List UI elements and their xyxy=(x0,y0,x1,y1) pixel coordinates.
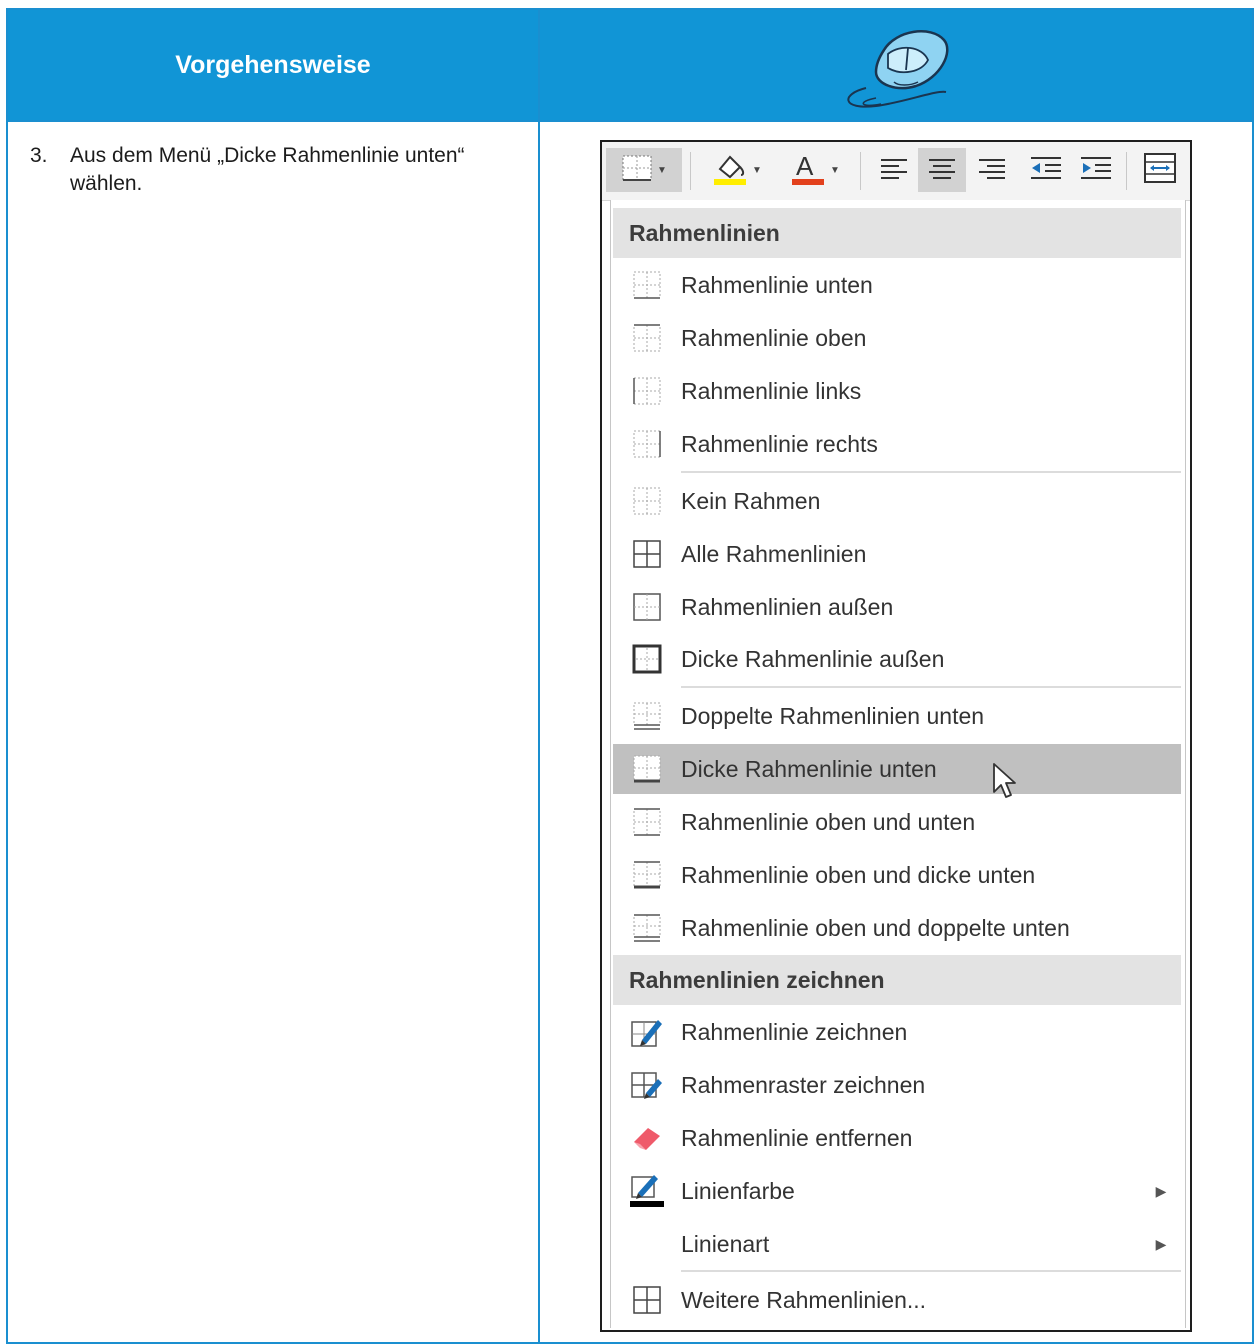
menu-separator xyxy=(681,471,1181,473)
menu-item-border-right[interactable]: Rahmenlinie rechts xyxy=(613,419,1181,469)
increase-indent-icon xyxy=(1079,155,1113,186)
menu-item-line-color[interactable]: Linienfarbe ▶ xyxy=(613,1166,1181,1216)
menu-item-outside-borders[interactable]: Rahmenlinien außen xyxy=(613,582,1181,632)
header-title: Vorgehensweise xyxy=(175,50,371,79)
draw-border-icon xyxy=(613,1007,681,1057)
menu-item-all-borders[interactable]: Alle Rahmenlinien xyxy=(613,529,1181,579)
menu-item-label: Rahmenlinie oben und dicke unten xyxy=(681,861,1036,888)
menu-item-label: Rahmenlinie rechts xyxy=(681,430,878,457)
borders-dropdown-menu: Rahmenlinien Rahmenlinie unten Rahmenlin… xyxy=(610,200,1186,1328)
top-thick-bottom-border-icon xyxy=(613,850,681,900)
top-bottom-border-icon xyxy=(613,797,681,847)
font-color-button[interactable]: A ▼ xyxy=(780,148,850,192)
no-border-icon xyxy=(613,476,681,526)
svg-text:A: A xyxy=(796,151,814,181)
decrease-indent-button[interactable] xyxy=(1024,148,1068,192)
header-divider xyxy=(8,120,1252,122)
borders-button[interactable]: ▼ xyxy=(606,148,682,192)
menu-item-border-top[interactable]: Rahmenlinie oben xyxy=(613,313,1181,363)
border-bottom-icon xyxy=(613,260,681,310)
menu-item-label: Alle Rahmenlinien xyxy=(681,540,867,567)
step-number: 3. xyxy=(30,144,48,167)
more-borders-icon xyxy=(613,1275,681,1325)
separator xyxy=(690,152,691,190)
menu-item-label: Kein Rahmen xyxy=(681,487,821,514)
menu-item-thick-outside-border[interactable]: Dicke Rahmenlinie außen xyxy=(613,634,1181,684)
section-header-draw-borders: Rahmenlinien zeichnen xyxy=(613,955,1181,1005)
menu-item-top-bottom-border[interactable]: Rahmenlinie oben und unten xyxy=(613,797,1181,847)
menu-item-draw-border[interactable]: Rahmenlinie zeichnen xyxy=(613,1007,1181,1057)
submenu-arrow-icon: ▶ xyxy=(1155,1235,1167,1252)
eraser-icon xyxy=(613,1113,681,1163)
align-left-icon xyxy=(879,156,909,185)
chevron-down-icon[interactable]: ▼ xyxy=(657,165,667,176)
step-text: Aus dem Menü „Dicke Rahmenlinie unten“ w… xyxy=(70,144,465,195)
outside-borders-icon xyxy=(613,582,681,632)
menu-item-top-double-bottom-border[interactable]: Rahmenlinie oben und doppelte unten xyxy=(613,903,1181,953)
screenshot-frame: ▼ ▼ A ▼ Rahmenlinien Rahmenlinie unten R… xyxy=(600,140,1192,1332)
menu-item-top-thick-bottom-border[interactable]: Rahmenlinie oben und dicke unten xyxy=(613,850,1181,900)
chevron-down-icon[interactable]: ▼ xyxy=(830,165,840,176)
menu-item-label: Rahmenlinie links xyxy=(681,377,862,404)
menu-item-label: Dicke Rahmenlinie unten xyxy=(681,755,937,782)
border-grid-icon xyxy=(621,154,653,187)
separator xyxy=(860,152,861,190)
align-right-button[interactable] xyxy=(970,148,1014,192)
menu-item-draw-border-grid[interactable]: Rahmenraster zeichnen xyxy=(613,1060,1181,1110)
all-borders-icon xyxy=(613,529,681,579)
draw-border-grid-icon xyxy=(613,1060,681,1110)
mouse-icon xyxy=(540,10,1252,120)
submenu-arrow-icon: ▶ xyxy=(1155,1182,1167,1199)
paint-bucket-icon xyxy=(712,151,748,190)
menu-item-label: Dicke Rahmenlinie außen xyxy=(681,645,945,672)
border-top-icon xyxy=(613,313,681,363)
ribbon-toolbar: ▼ ▼ A ▼ xyxy=(602,142,1190,201)
align-left-button[interactable] xyxy=(872,148,916,192)
merge-center-button[interactable] xyxy=(1136,148,1184,192)
menu-item-no-border[interactable]: Kein Rahmen xyxy=(613,476,1181,526)
menu-item-label: Rahmenlinie oben und unten xyxy=(681,808,976,835)
section-header-borders: Rahmenlinien xyxy=(613,208,1181,258)
menu-item-label: Rahmenlinie oben und doppelte unten xyxy=(681,914,1070,941)
menu-item-border-left[interactable]: Rahmenlinie links xyxy=(613,366,1181,416)
table-header: Vorgehensweise xyxy=(8,10,1252,120)
increase-indent-button[interactable] xyxy=(1074,148,1118,192)
menu-item-label: Rahmenraster zeichnen xyxy=(681,1071,926,1098)
menu-item-label: Rahmenlinie zeichnen xyxy=(681,1018,908,1045)
menu-item-label: Rahmenlinien außen xyxy=(681,593,894,620)
menu-item-label: Rahmenlinie oben xyxy=(681,324,867,351)
menu-item-double-bottom-border[interactable]: Doppelte Rahmenlinien unten xyxy=(613,691,1181,741)
menu-item-label: Rahmenlinie entfernen xyxy=(681,1124,913,1151)
thick-bottom-border-icon xyxy=(613,744,681,794)
menu-item-label: Doppelte Rahmenlinien unten xyxy=(681,702,985,729)
line-color-icon xyxy=(613,1166,681,1216)
menu-separator xyxy=(681,1270,1181,1272)
top-double-bottom-border-icon xyxy=(613,903,681,953)
menu-item-label: Rahmenlinie unten xyxy=(681,271,873,298)
menu-item-thick-bottom-border[interactable]: Dicke Rahmenlinie unten xyxy=(613,744,1181,798)
border-left-icon xyxy=(613,366,681,416)
menu-separator xyxy=(681,686,1181,688)
column-divider xyxy=(538,10,540,1342)
font-color-icon: A xyxy=(790,151,826,190)
merge-center-icon xyxy=(1143,152,1177,189)
decrease-indent-icon xyxy=(1029,155,1063,186)
border-right-icon xyxy=(613,419,681,469)
menu-item-border-bottom[interactable]: Rahmenlinie unten xyxy=(613,260,1181,310)
fill-color-button[interactable]: ▼ xyxy=(702,148,772,192)
menu-item-more-borders[interactable]: Weitere Rahmenlinien... xyxy=(613,1275,1181,1325)
menu-item-label: Weitere Rahmenlinien... xyxy=(681,1286,927,1313)
align-center-button[interactable] xyxy=(918,148,966,192)
menu-item-label: Linienart xyxy=(681,1230,770,1257)
line-style-icon xyxy=(613,1219,681,1269)
thick-outside-border-icon xyxy=(613,634,681,684)
menu-item-erase-border[interactable]: Rahmenlinie entfernen xyxy=(613,1113,1181,1163)
menu-item-line-style[interactable]: Linienart ▶ xyxy=(613,1219,1181,1269)
align-center-icon xyxy=(927,156,957,185)
separator xyxy=(1126,152,1127,190)
align-right-icon xyxy=(977,156,1007,185)
chevron-down-icon[interactable]: ▼ xyxy=(752,165,762,176)
menu-item-label: Linienfarbe xyxy=(681,1177,795,1204)
double-bottom-border-icon xyxy=(613,691,681,741)
